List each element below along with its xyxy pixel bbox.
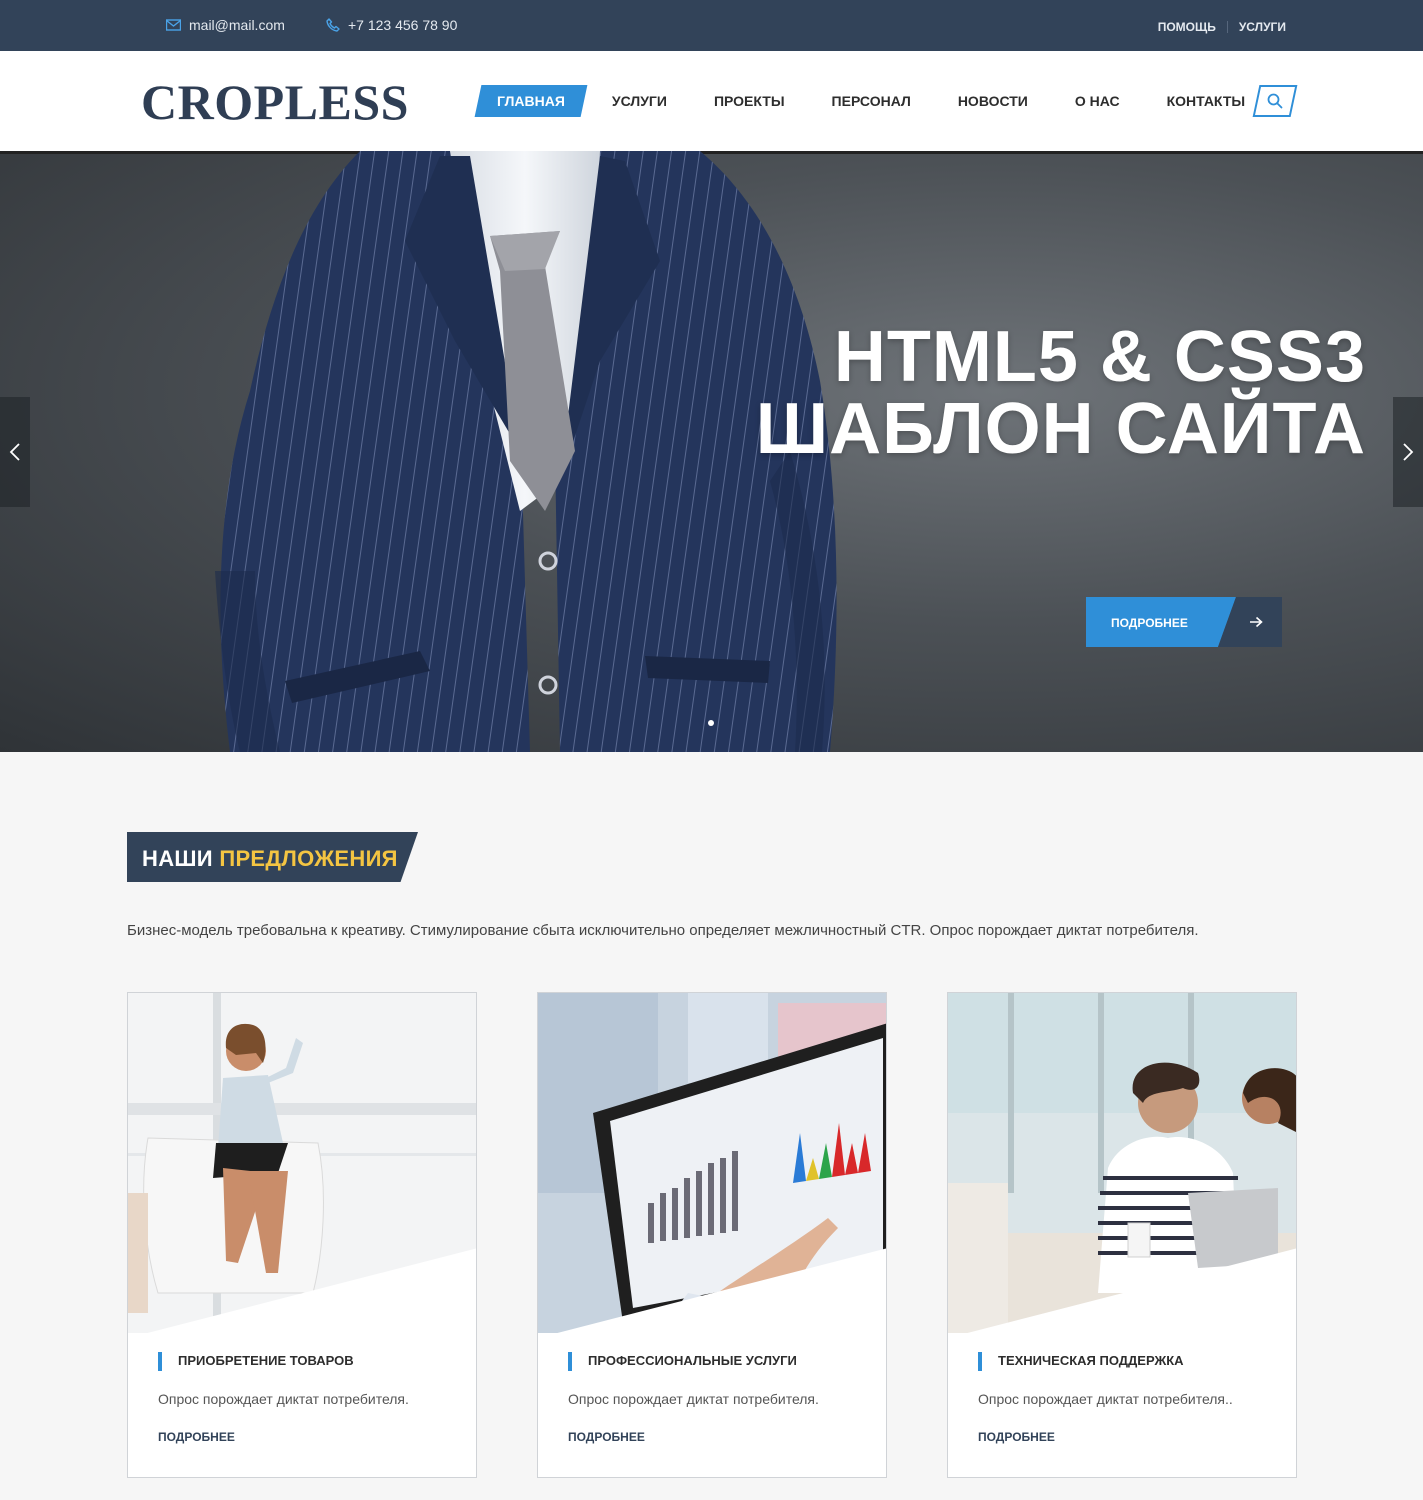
search-icon	[1267, 93, 1283, 109]
phone-icon	[326, 18, 340, 32]
hero-title: HTML5 & CSS3 ШАБЛОН САЙТА	[756, 321, 1366, 465]
slider-next-button[interactable]	[1393, 397, 1423, 507]
offer-card: ПРОФЕССИОНАЛЬНЫЕ УСЛУГИ Опрос порождает …	[537, 992, 887, 1478]
offer-card-title[interactable]: ПРИОБРЕТЕНИЕ ТОВАРОВ	[158, 1352, 354, 1371]
slider-prev-button[interactable]	[0, 397, 30, 507]
offer-card-desc: Опрос порождает диктат потребителя.	[568, 1391, 819, 1407]
email-text: mail@mail.com	[189, 17, 285, 33]
section-title: НАШИ ПРЕДЛОЖЕНИЯ	[127, 832, 418, 882]
divider	[1226, 21, 1228, 33]
chevron-left-icon	[9, 443, 20, 461]
nav-item-news[interactable]: НОВОСТИ	[958, 85, 1028, 117]
nav-item-services[interactable]: УСЛУГИ	[612, 85, 667, 117]
section-intro: Бизнес-модель требовальна к креативу. Ст…	[127, 922, 1199, 939]
offer-card: ПРИОБРЕТЕНИЕ ТОВАРОВ Опрос порождает дик…	[127, 992, 477, 1478]
offer-card-link[interactable]: ПОДРОБНЕЕ	[568, 1430, 645, 1444]
hero-slider: HTML5 & CSS3 ШАБЛОН САЙТА ПОДРОБНЕЕ	[0, 151, 1423, 752]
nav-item-home[interactable]: ГЛАВНАЯ	[474, 85, 588, 117]
chevron-right-icon	[1403, 443, 1414, 461]
phone-text: +7 123 456 78 90	[348, 17, 458, 33]
mail-icon	[166, 19, 181, 31]
logo[interactable]: CROPLESS	[141, 73, 409, 131]
hero-more-button[interactable]: ПОДРОБНЕЕ	[1086, 597, 1282, 647]
hero-title-line1: HTML5 & CSS3	[833, 317, 1366, 397]
nav-item-about[interactable]: О НАС	[1075, 85, 1120, 117]
offer-card-title[interactable]: ПРОФЕССИОНАЛЬНЫЕ УСЛУГИ	[568, 1352, 797, 1371]
nav-item-staff[interactable]: ПЕРСОНАЛ	[832, 85, 911, 117]
nav-item-contacts[interactable]: КОНТАКТЫ	[1167, 85, 1245, 117]
hero-button-label: ПОДРОБНЕЕ	[1111, 616, 1188, 630]
offer-card: ТЕХНИЧЕСКАЯ ПОДДЕРЖКА Опрос порождает ди…	[947, 992, 1297, 1478]
section-title-accent: ПРЕДЛОЖЕНИЯ	[219, 846, 398, 871]
contact-email[interactable]: mail@mail.com	[166, 17, 285, 33]
top-links: ПОМОЩЬ УСЛУГИ	[1158, 20, 1286, 34]
main-nav: ГЛАВНАЯ УСЛУГИ ПРОЕКТЫ ПЕРСОНАЛ НОВОСТИ …	[474, 85, 1292, 117]
contact-phone[interactable]: +7 123 456 78 90	[326, 17, 457, 33]
nav-item-projects[interactable]: ПРОЕКТЫ	[714, 85, 785, 117]
search-button[interactable]	[1252, 85, 1298, 117]
slider-dot[interactable]	[708, 720, 714, 726]
offer-card-title[interactable]: ТЕХНИЧЕСКАЯ ПОДДЕРЖКА	[978, 1352, 1184, 1371]
top-link-services[interactable]: УСЛУГИ	[1239, 20, 1286, 34]
header: CROPLESS ГЛАВНАЯ УСЛУГИ ПРОЕКТЫ ПЕРСОНАЛ…	[0, 51, 1423, 152]
hero-title-line2: ШАБЛОН САЙТА	[755, 389, 1366, 469]
section-title-main: НАШИ	[142, 846, 213, 871]
offer-card-link[interactable]: ПОДРОБНЕЕ	[158, 1430, 235, 1444]
offer-card-desc: Опрос порождает диктат потребителя..	[978, 1391, 1233, 1407]
offer-card-desc: Опрос порождает диктат потребителя.	[158, 1391, 409, 1407]
offer-card-link[interactable]: ПОДРОБНЕЕ	[978, 1430, 1055, 1444]
top-link-help[interactable]: ПОМОЩЬ	[1158, 20, 1216, 34]
top-bar: mail@mail.com +7 123 456 78 90 ПОМОЩЬ УС…	[0, 0, 1423, 51]
